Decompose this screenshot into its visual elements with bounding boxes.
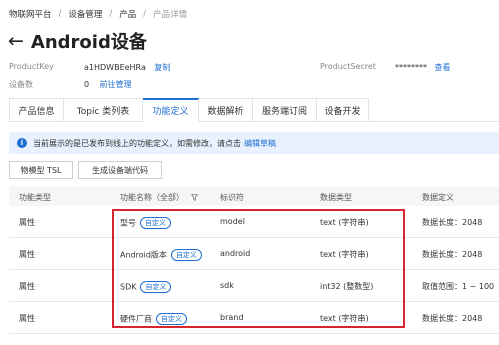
product-key-label: ProductKey — [9, 62, 54, 71]
header-function-type: 功能类型 — [19, 193, 51, 202]
product-secret-group: ******** 查看 — [395, 62, 451, 73]
notice-text: 当前展示的是已发布到线上的功能定义，如需修改，请点击 — [33, 138, 241, 148]
info-icon: i — [17, 138, 27, 148]
cell-data-definition: 数据长度：2048 — [422, 218, 483, 227]
device-count-label: 设备数 — [9, 80, 33, 89]
cell-data-definition: 数据长度：2048 — [422, 250, 483, 259]
cell-function-type: 属性 — [19, 250, 35, 259]
breadcrumb-separator: / — [143, 9, 147, 19]
page-header: ← Android设备 — [8, 28, 147, 54]
header-data-definition: 数据定义 — [422, 193, 454, 202]
tab-topic-list[interactable]: Topic 类列表 — [64, 98, 143, 122]
tab-bar: 产品信息 Topic 类列表 功能定义 数据解析 服务端订阅 设备开发 — [9, 98, 369, 122]
page-title: Android设备 — [30, 32, 147, 53]
generate-code-button[interactable]: 生成设备端代码 — [78, 161, 162, 179]
edit-draft-link[interactable]: 编辑草稿 — [244, 138, 276, 149]
tab-data-parsing[interactable]: 数据解析 — [199, 98, 253, 122]
highlight-box — [112, 209, 405, 328]
device-count-value: 0 — [84, 80, 90, 89]
tab-device-development[interactable]: 设备开发 — [317, 98, 369, 122]
copy-link[interactable]: 复制 — [154, 63, 170, 72]
view-secret-link[interactable]: 查看 — [435, 63, 451, 72]
header-data-type: 数据类型 — [320, 193, 352, 202]
tsl-button[interactable]: 物模型 TSL — [9, 161, 73, 179]
cell-function-type: 属性 — [19, 314, 35, 323]
device-count-group: 0 前往管理 — [84, 79, 132, 90]
cell-data-definition: 取值范围：1 ~ 100 — [422, 282, 495, 291]
tab-product-info[interactable]: 产品信息 — [9, 98, 64, 122]
breadcrumb-separator: / — [58, 9, 62, 19]
product-key-value-group: a1HDWBEeHRa 复制 — [84, 62, 170, 73]
tab-function-definition[interactable]: 功能定义 — [143, 98, 199, 122]
table-header: 功能类型 功能名称（全部） 标识符 数据类型 数据定义 — [9, 186, 499, 206]
back-arrow-icon[interactable]: ← — [8, 31, 24, 51]
breadcrumb-item-product[interactable]: 产品 — [119, 8, 136, 20]
breadcrumb-item-platform[interactable]: 物联网平台 — [9, 8, 52, 20]
filter-icon[interactable] — [190, 194, 198, 201]
breadcrumb-separator: / — [109, 9, 113, 19]
product-secret-label: ProductSecret — [320, 62, 376, 71]
product-secret-value: ******** — [395, 63, 427, 72]
product-key-value: a1HDWBEeHRa — [84, 63, 146, 72]
header-function-name[interactable]: 功能名称（全部） — [120, 192, 198, 203]
cell-function-type: 属性 — [19, 218, 35, 227]
header-identifier: 标识符 — [220, 193, 244, 202]
tab-server-subscription[interactable]: 服务端订阅 — [253, 98, 317, 122]
cell-data-definition: 数据长度：2048 — [422, 314, 483, 323]
cell-function-type: 属性 — [19, 282, 35, 291]
breadcrumb-item-device-management[interactable]: 设备管理 — [68, 8, 102, 20]
breadcrumb-item-current: 产品详情 — [153, 10, 188, 20]
manage-link[interactable]: 前往管理 — [100, 80, 132, 89]
breadcrumb: 物联网平台 / 设备管理 / 产品 / 产品详情 — [9, 8, 187, 20]
info-notice: i 当前展示的是已发布到线上的功能定义，如需修改，请点击 编辑草稿 — [9, 132, 499, 154]
